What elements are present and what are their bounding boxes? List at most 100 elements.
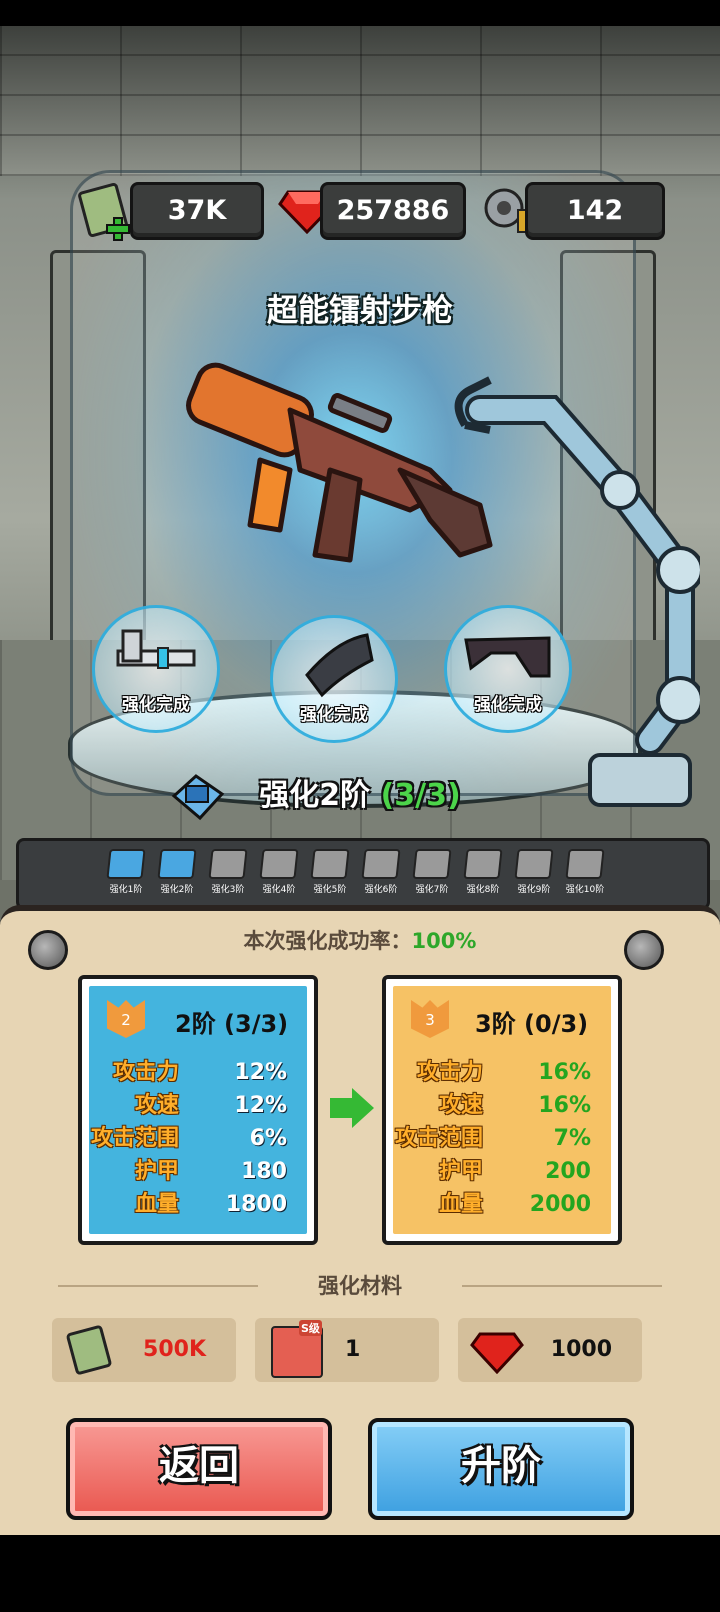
tier-label: 强化10阶 <box>565 885 605 895</box>
laser-rifle-icon <box>186 362 493 563</box>
tier-item-6[interactable]: 强化6阶 <box>358 849 404 895</box>
magazine-part-icon <box>305 633 374 698</box>
stat-value: 12% <box>234 1093 287 1118</box>
tier-item-4[interactable]: 强化4阶 <box>256 849 302 895</box>
stat-value: 200 <box>545 1159 591 1184</box>
tier-chip-icon <box>463 849 503 879</box>
cash-plus-icon <box>78 183 130 241</box>
stat-name: 血量 <box>438 1192 483 1217</box>
tier-chip-icon <box>106 849 146 879</box>
part-status-label: 强化完成 <box>474 695 542 715</box>
material-gems: 1000 <box>458 1318 642 1382</box>
tier-item-2[interactable]: 强化2阶 <box>154 849 200 895</box>
divider <box>462 1285 662 1287</box>
current-stage-title: 2阶 (3/3) <box>175 1010 289 1038</box>
ruby-icon <box>470 1332 524 1374</box>
stat-row: 攻击力 16% <box>393 1056 611 1089</box>
stat-value: 180 <box>241 1159 287 1184</box>
stat-value: 6% <box>249 1126 287 1151</box>
stat-row: 血量 1800 <box>89 1188 307 1221</box>
tier-item-1[interactable]: 强化1阶 <box>103 849 149 895</box>
tier-label: 强化4阶 <box>262 885 296 895</box>
stage-label: 强化2阶 <box>259 778 371 813</box>
barrel-part-icon <box>116 629 196 669</box>
part-slot-barrel[interactable]: 强化完成 <box>92 605 220 733</box>
material-cash: 500K <box>52 1318 236 1382</box>
material-weapon-card: S级 1 <box>255 1318 439 1382</box>
tier-label: 强化5阶 <box>313 885 347 895</box>
stat-name: 护甲 <box>134 1159 179 1184</box>
weapon-name: 超能镭射步枪 <box>267 293 453 329</box>
stat-name: 攻击范围 <box>394 1126 483 1151</box>
cash-stack-icon <box>66 1325 112 1375</box>
stat-value: 2000 <box>529 1192 591 1217</box>
tier-label: 强化8阶 <box>466 885 500 895</box>
back-button[interactable]: 返回 <box>66 1418 332 1520</box>
tier-item-3[interactable]: 强化3阶 <box>205 849 251 895</box>
rarity-tag: S级 <box>299 1320 322 1336</box>
stat-name: 攻击力 <box>416 1060 483 1085</box>
material-value: 1 <box>345 1337 361 1362</box>
tier-chip-icon <box>157 849 197 879</box>
stock-part-icon <box>464 636 551 678</box>
upgrade-button[interactable]: 升阶 <box>368 1418 634 1520</box>
ceiling-background <box>0 26 720 176</box>
nav-bar <box>0 1535 720 1612</box>
tier-item-5[interactable]: 强化5阶 <box>307 849 353 895</box>
stat-name: 攻击力 <box>112 1060 179 1085</box>
stat-name: 攻速 <box>134 1093 179 1118</box>
tier-chip-icon <box>565 849 605 879</box>
material-value: 500K <box>143 1337 206 1362</box>
stat-name: 攻击范围 <box>90 1126 179 1151</box>
parts-counter: 142 <box>525 182 665 240</box>
stat-row: 血量 2000 <box>393 1188 611 1221</box>
status-bar <box>0 0 720 26</box>
tier-chip-icon <box>208 849 248 879</box>
stage-badge-icon: 2 <box>107 1000 145 1038</box>
stat-row: 攻击范围 7% <box>393 1122 611 1155</box>
part-status-label: 强化完成 <box>122 695 190 715</box>
stat-name: 护甲 <box>438 1159 483 1184</box>
part-slot-magazine[interactable]: 强化完成 <box>270 615 398 743</box>
tier-label: 强化7阶 <box>415 885 449 895</box>
stat-row: 护甲 200 <box>393 1155 611 1188</box>
stat-value: 7% <box>553 1126 591 1151</box>
stat-value: 16% <box>538 1060 591 1085</box>
stat-name: 血量 <box>134 1192 179 1217</box>
upgrade-screen: 37K 257886 142 超能镭射步枪 强化完成 强化完成 强化完成 强化2… <box>0 0 720 1612</box>
stat-row: 攻击力 12% <box>89 1056 307 1089</box>
success-rate-value: 100% <box>411 929 477 953</box>
next-stage-card: 3 3阶 (0/3) 攻击力 16% 攻速 16% 攻击范围 7% 护甲 200 血量 2… <box>382 975 622 1245</box>
stage-indicator: 强化2阶 (3/3) <box>0 770 720 814</box>
cash-counter: 37K <box>130 182 264 240</box>
tier-track: 强化1阶 强化2阶 强化3阶 强化4阶 强化5阶 强化6阶 强化7阶 强化8阶 … <box>16 838 710 910</box>
tier-item-8[interactable]: 强化8阶 <box>460 849 506 895</box>
stat-name: 攻速 <box>438 1093 483 1118</box>
tier-chip-icon <box>310 849 350 879</box>
stat-value: 16% <box>538 1093 591 1118</box>
tier-chip-icon <box>259 849 299 879</box>
tier-item-9[interactable]: 强化9阶 <box>511 849 557 895</box>
part-status-label: 强化完成 <box>300 705 368 725</box>
tier-item-7[interactable]: 强化7阶 <box>409 849 455 895</box>
tier-label: 强化1阶 <box>109 885 143 895</box>
tier-chip-icon <box>412 849 452 879</box>
tier-label: 强化6阶 <box>364 885 398 895</box>
stage-progress: (3/3) <box>380 778 461 813</box>
stat-row: 攻速 12% <box>89 1089 307 1122</box>
stat-row: 护甲 180 <box>89 1155 307 1188</box>
stat-row: 攻速 16% <box>393 1089 611 1122</box>
tier-item-10[interactable]: 强化10阶 <box>562 849 608 895</box>
material-value: 1000 <box>550 1337 612 1362</box>
stat-value: 1800 <box>225 1192 287 1217</box>
tier-chip-icon <box>361 849 401 879</box>
part-slot-stock[interactable]: 强化完成 <box>444 605 572 733</box>
tier-label: 强化2阶 <box>160 885 194 895</box>
next-stage-title: 3阶 (0/3) <box>475 1010 589 1038</box>
success-rate-label: 本次强化成功率： <box>243 929 412 953</box>
current-stage-card: 2 2阶 (3/3) 攻击力 12% 攻速 12% 攻击范围 6% 护甲 180 血量 1… <box>78 975 318 1245</box>
tier-label: 强化9阶 <box>517 885 551 895</box>
stat-row: 攻击范围 6% <box>89 1122 307 1155</box>
gem-counter: 257886 <box>320 182 466 240</box>
success-rate: 本次强化成功率：100% <box>0 925 720 955</box>
